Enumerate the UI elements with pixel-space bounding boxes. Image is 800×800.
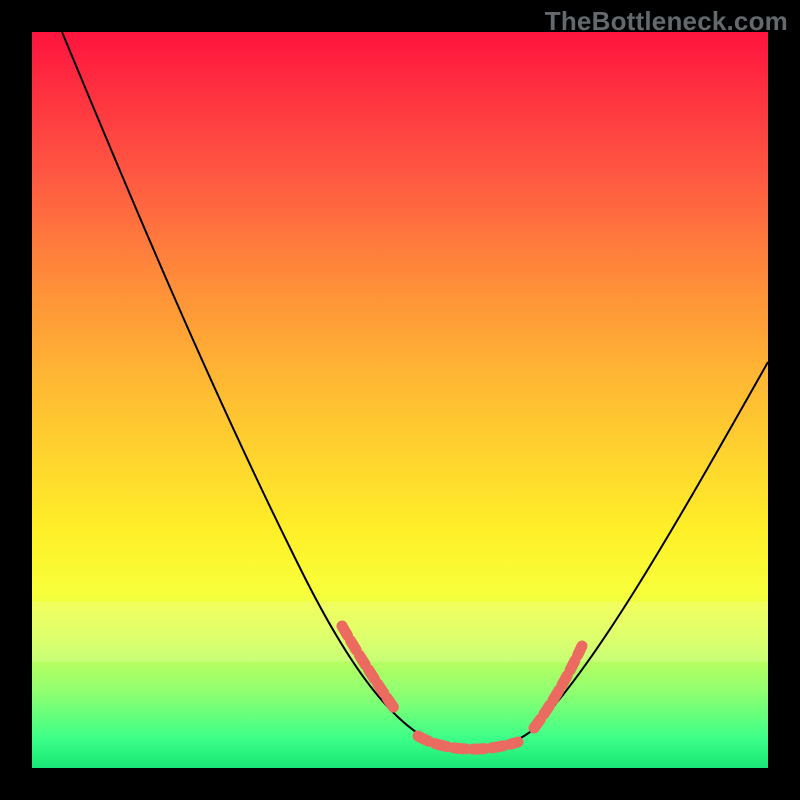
chart-frame — [32, 32, 768, 768]
highlight-band — [32, 602, 768, 662]
